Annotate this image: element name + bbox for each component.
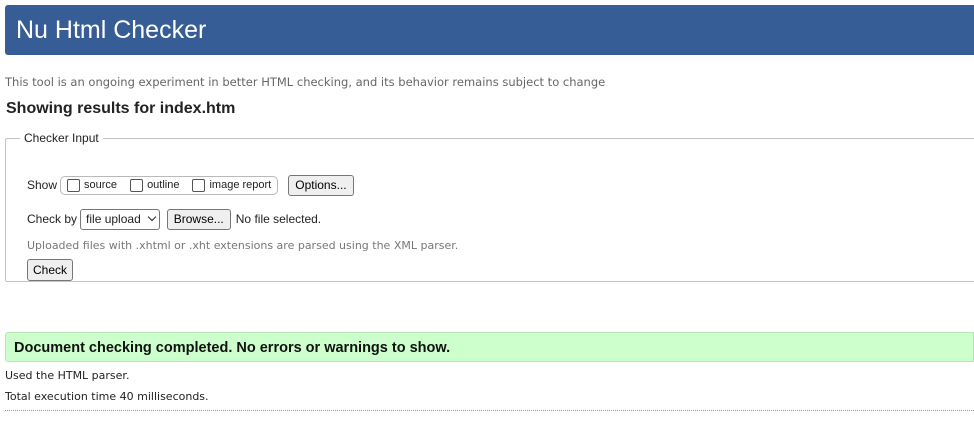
show-row: Show source outline image report Options… <box>27 173 354 197</box>
image-report-checkbox-label[interactable]: image report <box>209 179 271 191</box>
check-by-label: Check by <box>27 212 78 226</box>
show-label: Show <box>27 178 58 192</box>
file-status: No file selected. <box>235 212 322 226</box>
result-banner: Document checking completed. No errors o… <box>5 332 974 362</box>
checker-input-legend: Checker Input <box>24 131 99 145</box>
execution-time: Total execution time 40 milliseconds. <box>5 390 209 403</box>
outline-checkbox-label[interactable]: outline <box>147 179 179 191</box>
show-image-report-option[interactable]: image report <box>192 178 271 192</box>
intro-text: This tool is an ongoing experiment in be… <box>5 75 606 89</box>
check-button[interactable]: Check <box>27 259 74 281</box>
result-message: Document checking completed. No errors o… <box>14 340 451 356</box>
check-by-select[interactable]: file upload <box>80 208 160 230</box>
upload-note: Uploaded files with .xhtml or .xht exten… <box>27 239 459 252</box>
image-report-checkbox[interactable] <box>192 178 206 192</box>
options-button[interactable]: Options... <box>288 174 354 196</box>
check-by-selected-value[interactable]: file upload <box>86 212 141 226</box>
app-header: Nu Html Checker <box>5 5 974 55</box>
show-source-option[interactable]: source <box>67 178 117 192</box>
chevron-down-icon[interactable] <box>147 212 156 222</box>
outline-checkbox[interactable] <box>130 178 144 192</box>
source-checkbox[interactable] <box>67 178 81 192</box>
parser-info: Used the HTML parser. <box>5 369 130 382</box>
results-title: Showing results for index.htm <box>6 100 236 117</box>
browse-button[interactable]: Browse... <box>166 208 231 230</box>
divider <box>5 410 974 411</box>
show-outline-option[interactable]: outline <box>130 178 179 192</box>
show-options-group: source outline image report <box>60 175 279 195</box>
app-title: Nu Html Checker <box>16 16 207 44</box>
source-checkbox-label[interactable]: source <box>84 179 117 191</box>
checker-input-fieldset: Checker Input Show source outline image … <box>5 131 974 282</box>
check-by-row: Check by file upload Browse... No file s… <box>27 207 321 231</box>
